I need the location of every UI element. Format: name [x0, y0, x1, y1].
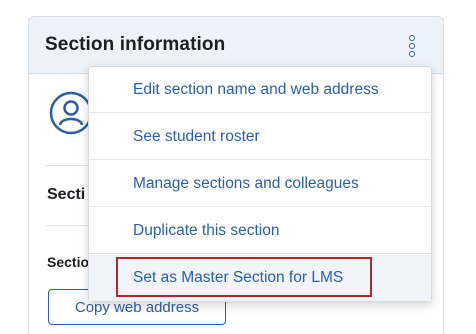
- user-avatar-icon: [49, 91, 93, 135]
- menu-item-set-master-section[interactable]: Set as Master Section for LMS: [89, 255, 431, 301]
- menu-item-edit-section[interactable]: Edit section name and web address: [89, 67, 431, 113]
- page: Section information Secti Sectio Copy we…: [0, 0, 476, 334]
- section-heading: Secti: [47, 186, 86, 203]
- kebab-dot: [409, 35, 415, 41]
- kebab-dot: [409, 43, 415, 49]
- section-subheading: Sectio: [47, 254, 90, 270]
- menu-item-student-roster[interactable]: See student roster: [89, 114, 431, 160]
- card-title: Section information: [45, 34, 226, 55]
- kebab-vertical-icon[interactable]: [405, 35, 419, 57]
- menu-item-manage-sections[interactable]: Manage sections and colleagues: [89, 161, 431, 207]
- menu-item-duplicate-section[interactable]: Duplicate this section: [89, 208, 431, 254]
- section-actions-menu: Edit section name and web address See st…: [88, 66, 432, 302]
- kebab-dot: [409, 51, 415, 57]
